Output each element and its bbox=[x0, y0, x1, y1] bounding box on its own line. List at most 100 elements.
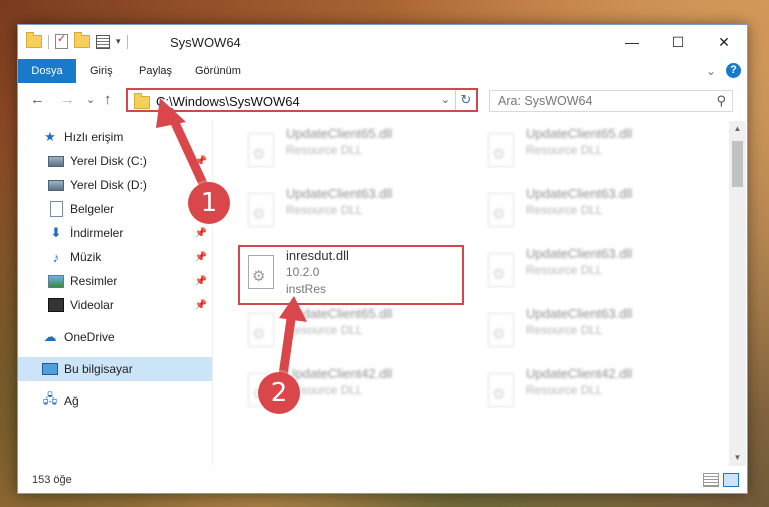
file-item[interactable]: ⚙ UpdateClient65.dll Resource DLL bbox=[480, 123, 710, 177]
sidebar-item-local-disk-c[interactable]: Yerel Disk (C:) 📌 bbox=[18, 149, 212, 173]
dll-file-icon: ⚙ bbox=[246, 133, 276, 167]
ribbon-collapse-icon[interactable]: ⌄ bbox=[706, 64, 716, 78]
sidebar-item-network[interactable]: 🖧 Ağ bbox=[18, 389, 212, 413]
pin-icon: 📌 bbox=[194, 155, 207, 167]
minimize-button[interactable]: — bbox=[609, 25, 655, 59]
sidebar-item-label: Belgeler bbox=[70, 202, 115, 216]
explorer-window: ▾ SysWOW64 — ☐ ✕ Dosya Giriş Paylaş Görü… bbox=[17, 24, 748, 494]
pin-icon: 📌 bbox=[194, 275, 207, 287]
sidebar-item-onedrive[interactable]: ☁ OneDrive bbox=[18, 325, 212, 349]
recent-locations-icon[interactable]: ⌄ bbox=[86, 93, 95, 106]
search-icon[interactable]: ⚲ bbox=[716, 93, 726, 109]
scrollbar-thumb[interactable] bbox=[732, 141, 743, 187]
file-name: UpdateClient63.dll bbox=[286, 186, 393, 201]
details-view-icon[interactable] bbox=[703, 473, 719, 487]
properties-icon[interactable] bbox=[96, 34, 110, 49]
address-dropdown-icon[interactable]: ⌄ bbox=[441, 93, 450, 106]
disk-icon bbox=[48, 153, 64, 169]
sidebar-item-label: İndirmeler bbox=[70, 226, 124, 240]
refresh-icon[interactable]: ↻ bbox=[455, 90, 476, 110]
new-folder-icon[interactable] bbox=[74, 32, 90, 48]
pictures-icon bbox=[48, 273, 64, 289]
sidebar-item-label: Bu bilgisayar bbox=[64, 362, 133, 376]
up-arrow-icon[interactable]: ↑ bbox=[104, 91, 112, 108]
dll-file-icon: ⚙ bbox=[246, 193, 276, 227]
file-name: UpdateClient42.dll bbox=[286, 366, 393, 381]
file-name: UpdateClient63.dll bbox=[526, 246, 633, 261]
file-description: Resource DLL bbox=[526, 383, 603, 397]
sidebar-item-documents[interactable]: Belgeler bbox=[18, 197, 212, 221]
file-description: Resource DLL bbox=[526, 263, 603, 277]
file-item[interactable]: ⚙ UpdateClient63.dll Resource DLL bbox=[480, 303, 710, 357]
help-icon[interactable]: ? bbox=[726, 63, 741, 78]
pin-icon: 📌 bbox=[194, 227, 207, 239]
back-arrow-icon[interactable]: ← bbox=[30, 91, 45, 108]
star-icon: ★ bbox=[44, 129, 56, 144]
tab-file[interactable]: Dosya bbox=[18, 59, 76, 83]
sidebar-item-quick-access[interactable]: ★ Hızlı erişim bbox=[18, 125, 212, 149]
address-path[interactable]: C:\Windows\SysWOW64 bbox=[156, 94, 300, 109]
maximize-button[interactable]: ☐ bbox=[655, 25, 701, 59]
pin-icon: 📌 bbox=[194, 299, 207, 311]
sidebar-item-label: Ağ bbox=[64, 394, 79, 408]
search-box[interactable]: Ara: SysWOW64 ⚲ bbox=[489, 90, 733, 112]
network-icon: 🖧 bbox=[42, 391, 58, 406]
divider bbox=[48, 34, 49, 49]
sidebar-item-videos[interactable]: Videolar 📌 bbox=[18, 293, 212, 317]
sidebar-item-downloads[interactable]: ⬇ İndirmeler 📌 bbox=[18, 221, 212, 245]
navigation-pane: ★ Hızlı erişim Yerel Disk (C:) 📌 Yerel D… bbox=[18, 121, 213, 466]
file-item[interactable]: ⚙ UpdateClient42.dll Resource DLL bbox=[480, 363, 710, 417]
forward-arrow-icon[interactable]: → bbox=[60, 91, 75, 108]
qat-dropdown[interactable]: ▾ bbox=[116, 36, 121, 47]
file-name: UpdateClient42.dll bbox=[526, 366, 633, 381]
tab-share[interactable]: Paylaş bbox=[139, 59, 172, 83]
file-name: UpdateClient63.dll bbox=[526, 306, 633, 321]
search-input[interactable]: Ara: SysWOW64 bbox=[498, 94, 592, 108]
scroll-up-icon[interactable]: ▲ bbox=[729, 121, 746, 137]
file-name: UpdateClient63.dll bbox=[526, 186, 633, 201]
scroll-down-icon[interactable]: ▼ bbox=[729, 450, 746, 466]
computer-icon bbox=[42, 361, 58, 377]
file-description: Resource DLL bbox=[286, 143, 363, 157]
folder-icon bbox=[26, 32, 42, 48]
sidebar-item-this-pc[interactable]: Bu bilgisayar bbox=[18, 357, 212, 381]
title-bar: ▾ SysWOW64 — ☐ ✕ bbox=[18, 25, 747, 59]
tab-view[interactable]: Görünüm bbox=[195, 59, 241, 83]
sidebar-item-label: Resimler bbox=[70, 274, 118, 288]
sidebar-item-label: OneDrive bbox=[64, 330, 115, 344]
file-name: UpdateClient65.dll bbox=[286, 306, 393, 321]
file-highlight-box bbox=[238, 245, 464, 305]
navigation-bar: ← → ⌄ ↑ C:\Windows\SysWOW64 ⌄ ↻ Ara: Sys… bbox=[18, 83, 747, 119]
sidebar-item-music[interactable]: ♪ Müzik 📌 bbox=[18, 245, 212, 269]
dll-file-icon: ⚙ bbox=[486, 373, 516, 407]
sidebar-item-pictures[interactable]: Resimler 📌 bbox=[18, 269, 212, 293]
file-item[interactable]: ⚙ UpdateClient63.dll Resource DLL bbox=[480, 183, 710, 237]
dll-file-icon: ⚙ bbox=[486, 253, 516, 287]
file-name: UpdateClient65.dll bbox=[286, 126, 393, 141]
callout-step-1: 1 bbox=[188, 182, 230, 224]
ribbon-right-controls: ⌄ ? bbox=[706, 63, 741, 78]
sidebar-item-local-disk-d[interactable]: Yerel Disk (D:) bbox=[18, 173, 212, 197]
dll-file-icon: ⚙ bbox=[486, 193, 516, 227]
vertical-scrollbar[interactable]: ▲ ▼ bbox=[729, 121, 746, 466]
folder-icon bbox=[134, 93, 150, 109]
tiles-view-icon[interactable] bbox=[723, 473, 739, 487]
window-controls: — ☐ ✕ bbox=[609, 25, 747, 59]
tab-home[interactable]: Giriş bbox=[90, 59, 113, 83]
address-bar[interactable]: C:\Windows\SysWOW64 ⌄ ↻ bbox=[126, 88, 478, 112]
dll-file-icon: ⚙ bbox=[486, 133, 516, 167]
properties-check-icon[interactable] bbox=[55, 32, 68, 49]
close-button[interactable]: ✕ bbox=[701, 25, 747, 59]
sidebar-item-label: Yerel Disk (C:) bbox=[70, 154, 147, 168]
window-title: SysWOW64 bbox=[170, 35, 241, 50]
file-list: ⚙ UpdateClient65.dll Resource DLL ⚙ Upda… bbox=[214, 121, 729, 466]
quick-access-toolbar: ▾ bbox=[26, 32, 128, 49]
documents-icon bbox=[48, 201, 64, 217]
callout-step-2: 2 bbox=[258, 372, 300, 414]
file-item[interactable]: ⚙ UpdateClient63.dll Resource DLL bbox=[480, 243, 710, 297]
sidebar-item-label: Videolar bbox=[70, 298, 114, 312]
file-item[interactable]: ⚙ UpdateClient65.dll Resource DLL bbox=[240, 123, 470, 177]
file-item[interactable]: ⚙ UpdateClient63.dll Resource DLL bbox=[240, 183, 470, 237]
file-item[interactable]: ⚙ UpdateClient65.dll Resource DLL bbox=[240, 303, 470, 357]
dll-file-icon: ⚙ bbox=[486, 313, 516, 347]
